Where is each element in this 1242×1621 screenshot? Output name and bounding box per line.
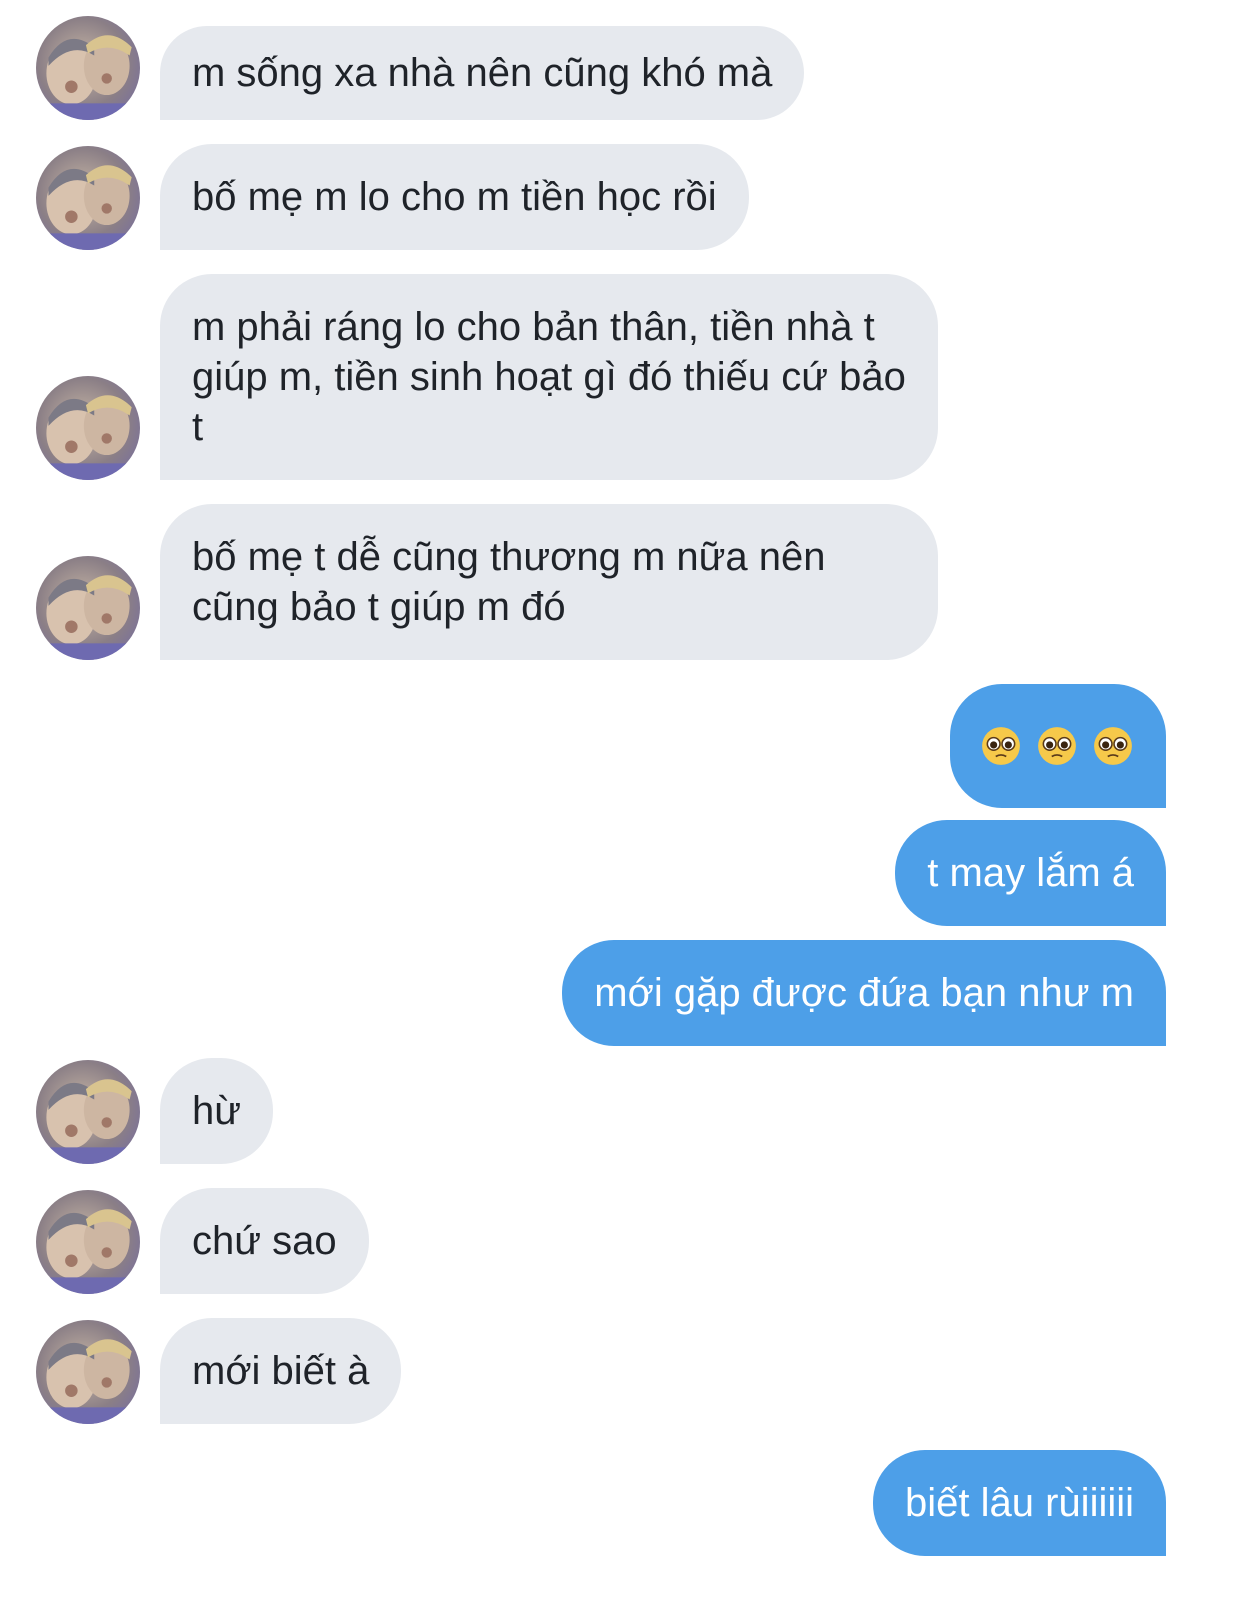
avatar-photo-icon	[36, 35, 140, 120]
incoming-message-bubble[interactable]: mới biết à	[160, 1318, 402, 1424]
message-text: m phải ráng lo cho bản thân, tiền nhà t …	[192, 305, 918, 449]
outgoing-message-bubble[interactable]: biết lâu rùiiiiii	[873, 1450, 1166, 1556]
incoming-message-bubble[interactable]: chứ sao	[160, 1188, 369, 1294]
contact-avatar[interactable]	[36, 146, 140, 250]
message-text: hừ	[192, 1089, 242, 1133]
incoming-message-bubble[interactable]: bố mẹ m lo cho m tiền học rồi	[160, 144, 749, 250]
message-text: chứ sao	[192, 1219, 337, 1263]
message-text: biết lâu rùiiiiii	[905, 1481, 1134, 1525]
avatar-photo-icon	[36, 575, 140, 660]
incoming-message-bubble[interactable]: hừ	[160, 1058, 274, 1164]
message-text: bố mẹ t dễ cũng thương m nữa nên cũng bả…	[192, 535, 837, 629]
avatar-photo-icon	[36, 1079, 140, 1164]
contact-avatar[interactable]	[36, 1190, 140, 1294]
avatar-photo-icon	[36, 165, 140, 250]
incoming-message-bubble[interactable]: m sống xa nhà nên cũng khó mà	[160, 26, 805, 120]
outgoing-message-bubble[interactable]: t may lắm á	[895, 820, 1166, 926]
outgoing-message-bubble[interactable]	[950, 684, 1166, 808]
avatar-photo-icon	[36, 1209, 140, 1294]
incoming-message-bubble[interactable]: bố mẹ t dễ cũng thương m nữa nên cũng bả…	[160, 504, 938, 660]
outgoing-message-bubble[interactable]: mới gặp được đứa bạn như m	[562, 940, 1166, 1046]
contact-avatar[interactable]	[36, 1320, 140, 1424]
avatar-photo-icon	[36, 1339, 140, 1424]
message-text: mới gặp được đứa bạn như m	[594, 971, 1134, 1015]
contact-avatar[interactable]	[36, 556, 140, 660]
contact-avatar[interactable]	[36, 376, 140, 480]
message-text: t may lắm á	[927, 851, 1134, 895]
contact-avatar[interactable]	[36, 1060, 140, 1164]
message-text: m sống xa nhà nên cũng khó mà	[192, 51, 773, 95]
message-text: bố mẹ m lo cho m tiền học rồi	[192, 175, 717, 219]
incoming-message-bubble[interactable]: m phải ráng lo cho bản thân, tiền nhà t …	[160, 274, 938, 480]
contact-avatar[interactable]	[36, 16, 140, 120]
avatar-photo-icon	[36, 395, 140, 480]
message-text: mới biết à	[192, 1349, 370, 1393]
